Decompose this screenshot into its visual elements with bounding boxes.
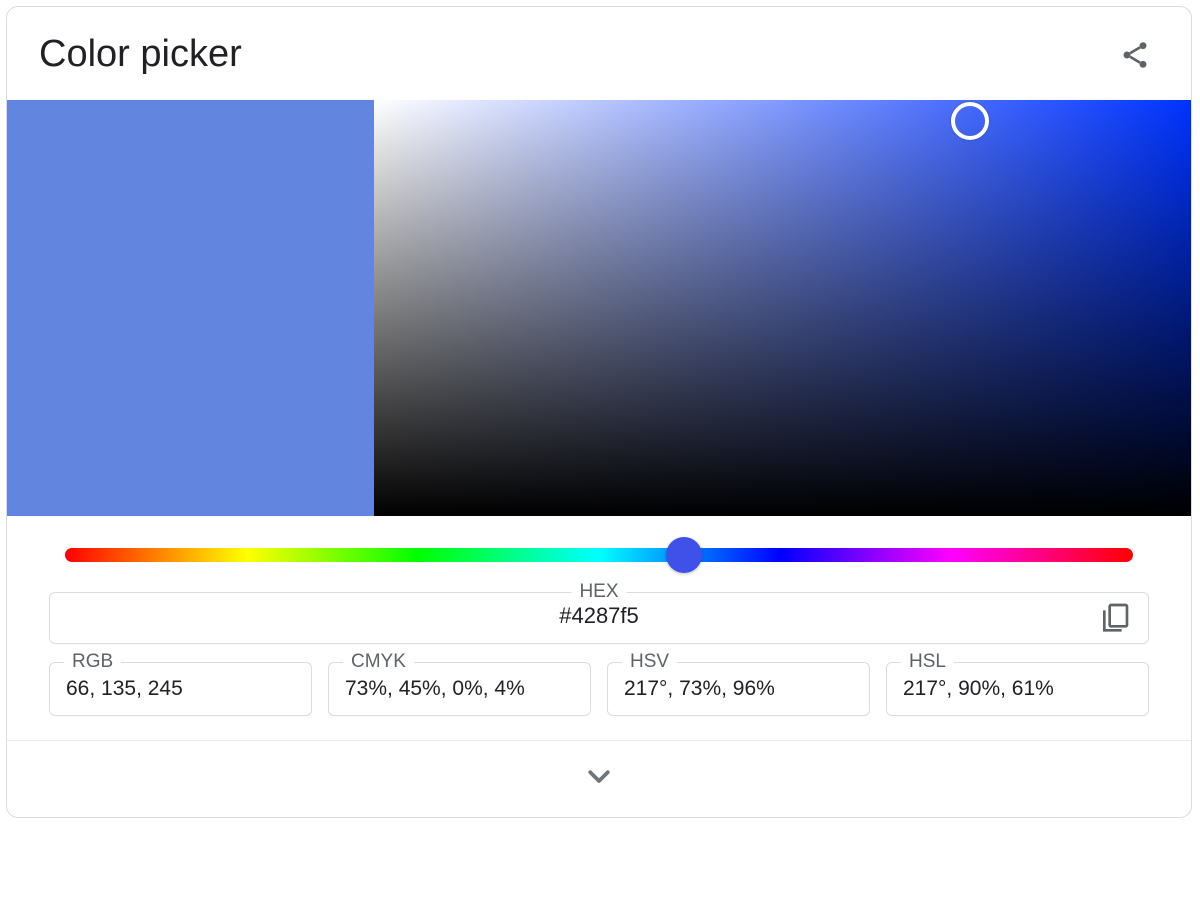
page-title: Color picker [39, 33, 242, 76]
rgb-field[interactable]: RGB 66, 135, 245 [49, 662, 312, 716]
hex-field[interactable]: HEX #4287f5 [49, 592, 1149, 644]
secondary-fields: RGB 66, 135, 245 CMYK 73%, 45%, 0%, 4% H… [49, 662, 1149, 716]
header: Color picker [7, 7, 1191, 100]
cmyk-field[interactable]: CMYK 73%, 45%, 0%, 4% [328, 662, 591, 716]
hue-thumb[interactable] [666, 537, 702, 573]
hsv-field[interactable]: HSV 217°, 73%, 96% [607, 662, 870, 716]
chevron-down-icon[interactable] [584, 761, 614, 791]
picker-canvas [7, 100, 1191, 516]
hsl-label: HSL [901, 651, 954, 673]
value-fields: HEX #4287f5 RGB 66, 135, 245 CMYK 73%, 4… [7, 570, 1191, 726]
rgb-value: 66, 135, 245 [66, 677, 183, 700]
hex-value: #4287f5 [559, 603, 639, 628]
color-swatch [7, 100, 374, 516]
hex-label: HEX [571, 581, 626, 603]
hsv-label: HSV [622, 651, 677, 673]
share-icon[interactable] [1119, 39, 1151, 71]
hsl-field[interactable]: HSL 217°, 90%, 61% [886, 662, 1149, 716]
hsv-value: 217°, 73%, 96% [624, 677, 775, 700]
sv-black-layer [374, 100, 1191, 516]
rgb-label: RGB [64, 651, 121, 673]
hue-slider-row [7, 516, 1191, 570]
copy-button[interactable] [1098, 601, 1132, 635]
hsl-value: 217°, 90%, 61% [903, 677, 1054, 700]
saturation-value-panel[interactable] [374, 100, 1191, 516]
expand-footer [7, 740, 1191, 817]
cmyk-value: 73%, 45%, 0%, 4% [345, 677, 525, 700]
hue-slider[interactable] [65, 548, 1133, 562]
cmyk-label: CMYK [343, 651, 414, 673]
color-picker-card: Color picker HEX #4287f5 [6, 6, 1192, 818]
copy-icon [1099, 621, 1131, 636]
